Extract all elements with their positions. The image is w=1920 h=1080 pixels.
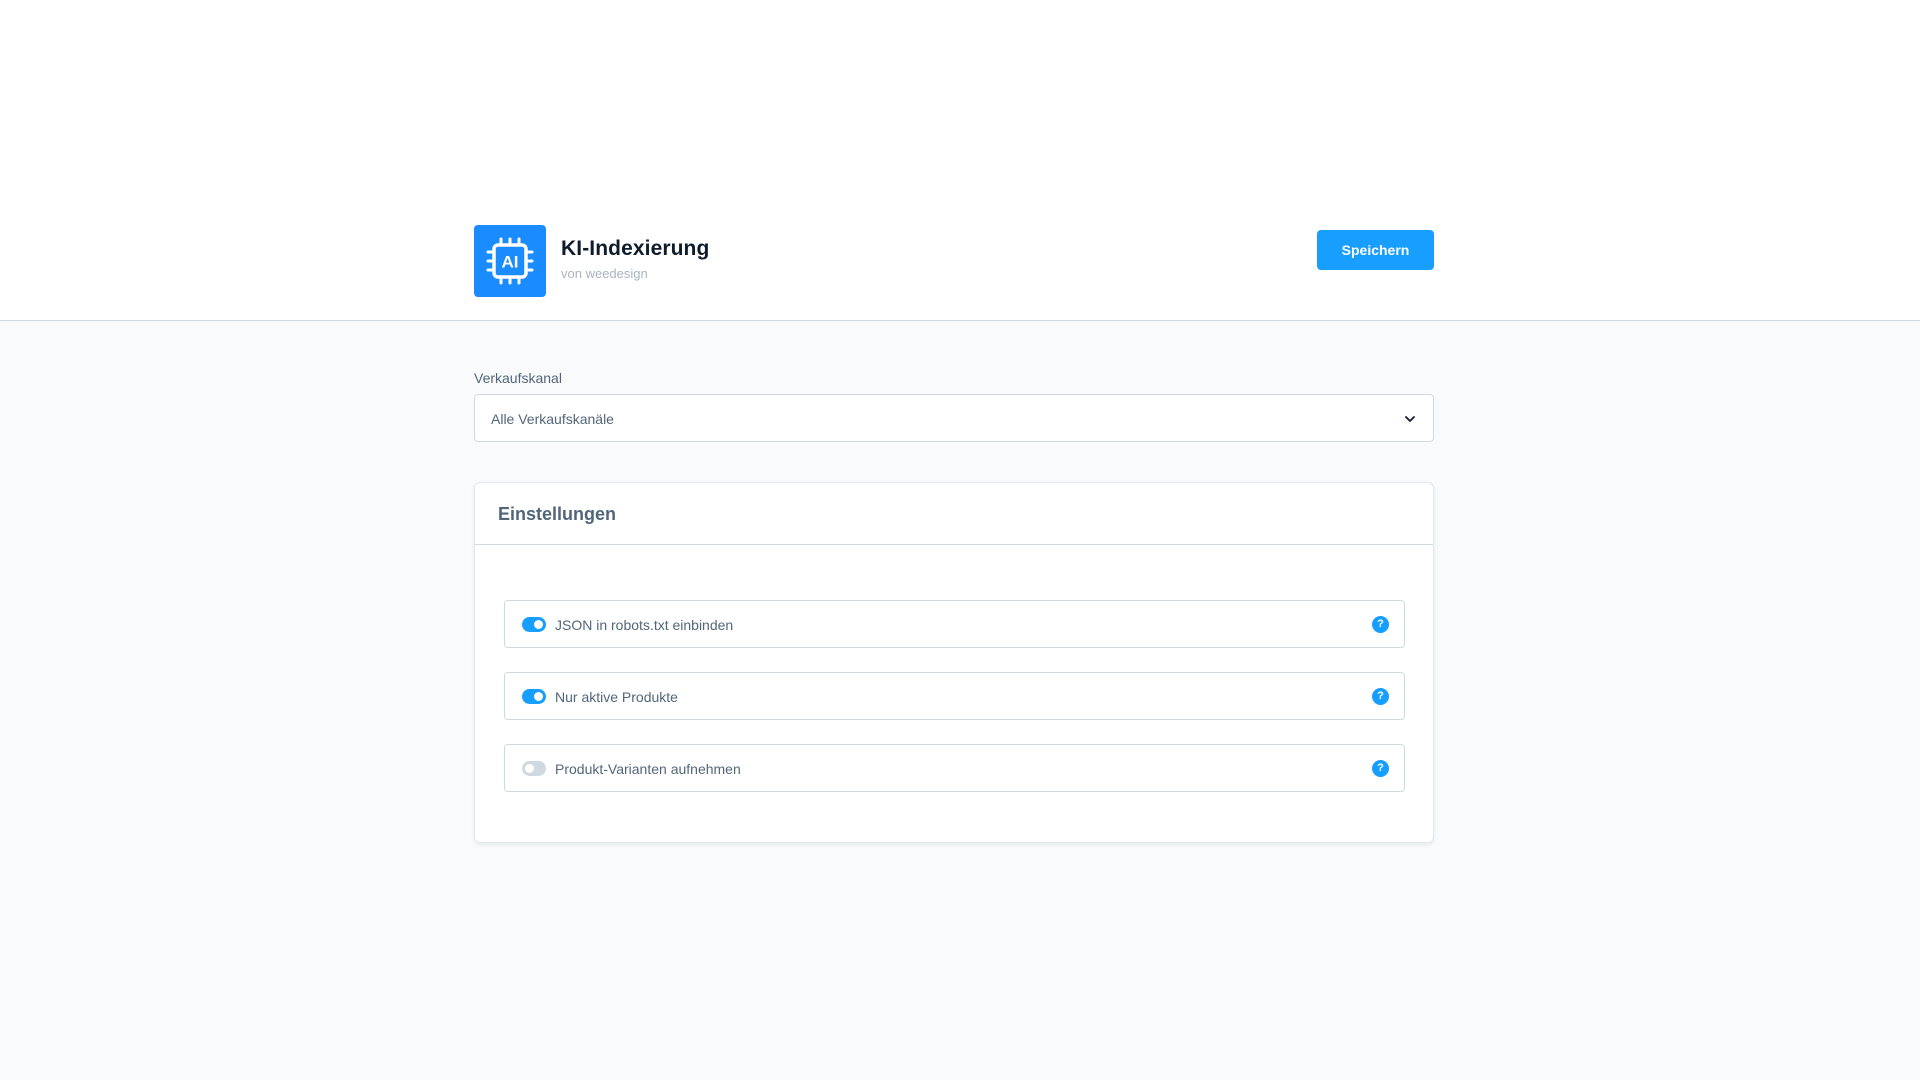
toggle-knob [534, 692, 543, 701]
settings-title: Einstellungen [498, 504, 617, 524]
settings-card: Einstellungen JSON in robots.txt einbind… [474, 482, 1434, 843]
toggle-active-products[interactable] [522, 689, 546, 704]
toggle-robots-json[interactable] [522, 617, 546, 632]
option-label: JSON in robots.txt einbinden [555, 617, 734, 633]
sales-channel-value: Alle Verkaufskanäle [491, 411, 614, 427]
option-row-robots-json: JSON in robots.txt einbinden ? [504, 600, 1405, 648]
sales-channel-label: Verkaufskanal [474, 370, 562, 386]
app-vendor: von weedesign [561, 266, 648, 281]
app-header: AI KI-Indexierung von weedesign Speicher… [474, 225, 1434, 297]
settings-card-header: Einstellungen [475, 483, 1433, 545]
option-label: Produkt-Varianten aufnehmen [555, 761, 741, 777]
app-title: KI-Indexierung [561, 237, 710, 260]
toggle-knob [525, 764, 534, 773]
toggle-knob [534, 620, 543, 629]
help-icon[interactable]: ? [1372, 616, 1389, 633]
ai-chip-icon: AI [486, 237, 534, 285]
help-icon[interactable]: ? [1372, 688, 1389, 705]
option-row-product-variants: Produkt-Varianten aufnehmen ? [504, 744, 1405, 792]
option-row-active-products: Nur aktive Produkte ? [504, 672, 1405, 720]
sales-channel-select[interactable]: Alle Verkaufskanäle [474, 394, 1434, 442]
ai-chip-text: AI [502, 253, 519, 272]
chevron-down-icon [1405, 416, 1415, 422]
help-icon[interactable]: ? [1372, 760, 1389, 777]
top-bar: AI KI-Indexierung von weedesign Speicher… [0, 0, 1920, 321]
toggle-product-variants[interactable] [522, 761, 546, 776]
app-logo: AI [474, 225, 546, 297]
save-button[interactable]: Speichern [1317, 230, 1434, 270]
option-label: Nur aktive Produkte [555, 689, 678, 705]
